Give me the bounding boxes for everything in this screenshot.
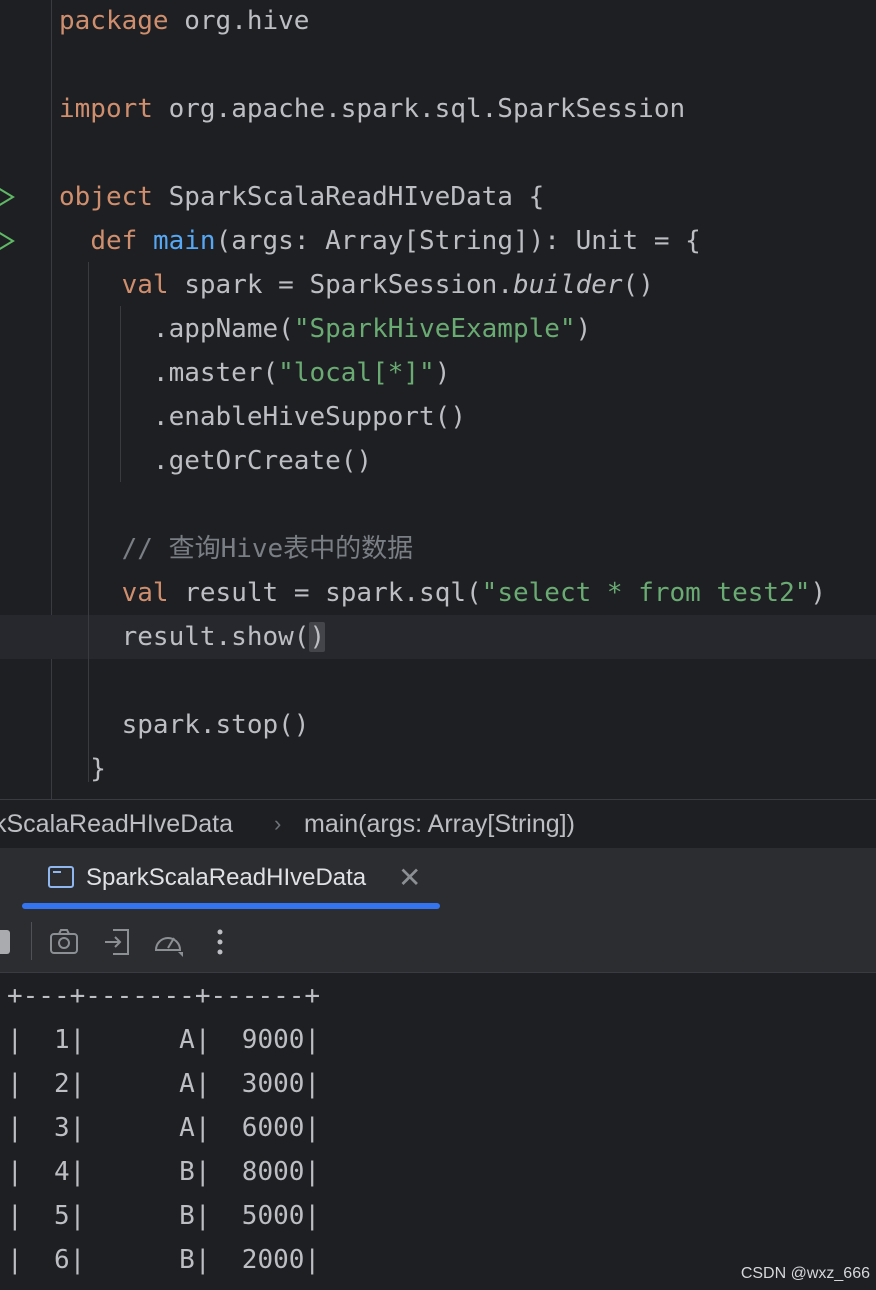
code-token: package (59, 6, 169, 36)
run-tab[interactable]: SparkScalaReadHIveData ✕ (22, 848, 440, 910)
code-token: spark.stop() (59, 710, 310, 740)
toolbar-divider (31, 922, 32, 960)
code-token: val (121, 270, 169, 300)
code-line[interactable]: } (0, 747, 876, 791)
code-token: ) (434, 358, 451, 388)
console-icon (48, 866, 74, 888)
console-line: | 3| A| 6000| (7, 1113, 321, 1143)
console-line: | 2| A| 3000| (7, 1069, 321, 1099)
console-output[interactable]: +---+-------+------+ | 1| A| 9000| | 2| A|… (0, 973, 876, 1290)
code-text: object SparkScalaReadHIveData { (59, 175, 544, 219)
code-text: .getOrCreate() (59, 439, 372, 483)
code-line[interactable]: .getOrCreate() (0, 439, 876, 483)
code-line[interactable] (0, 131, 876, 175)
code-token: result = spark.sql( (168, 578, 482, 608)
watermark: CSDN @wxz_666 (740, 1265, 870, 1282)
close-icon[interactable]: ✕ (398, 861, 421, 894)
code-text: } (59, 747, 106, 791)
code-token: builder (512, 270, 623, 300)
code-token: result.show( (59, 622, 310, 652)
code-token: object (59, 182, 153, 212)
code-line[interactable]: // 查询Hive表中的数据 (0, 527, 876, 571)
code-line[interactable]: .master("local[*]") (0, 351, 876, 395)
code-text: val result = spark.sql("select * from te… (59, 571, 826, 615)
code-token: "local[*]" (278, 358, 435, 388)
code-token: def (90, 226, 138, 256)
active-tab-indicator (22, 903, 440, 909)
code-token: spark = SparkSession. (168, 270, 513, 300)
code-token: // 查询Hive表中的数据 (59, 534, 414, 564)
code-token: org.apache.spark.sql.SparkSession (152, 94, 686, 124)
indent-guide (120, 306, 121, 482)
breadcrumb-object[interactable]: kScalaReadHIveData (0, 800, 233, 848)
console-line: | 5| B| 5000| (7, 1201, 321, 1231)
code-line[interactable]: result.show() (0, 615, 876, 659)
code-token: main (152, 226, 216, 256)
breadcrumb-separator: › (274, 811, 282, 836)
import-icon[interactable] (101, 926, 133, 958)
code-text: result.show() (59, 615, 326, 659)
code-line[interactable] (0, 483, 876, 527)
screenshot-icon[interactable] (48, 926, 80, 958)
console-line: | 1| A| 9000| (7, 1025, 321, 1055)
code-token: org.hive (168, 6, 310, 36)
code-text: .appName("SparkHiveExample") (59, 307, 591, 351)
code-line[interactable]: def main(args: Array[String]): Unit = { (0, 219, 876, 263)
run-gutter-icon[interactable] (0, 186, 16, 208)
code-text: import org.apache.spark.sql.SparkSession (59, 87, 685, 131)
code-text: val spark = SparkSession.builder() (59, 263, 654, 307)
code-token: .appName( (59, 314, 294, 344)
console-line: | 6| B| 2000| (7, 1245, 321, 1275)
code-token: (args: Array[String]): Unit = { (215, 226, 701, 256)
code-line[interactable]: val spark = SparkSession.builder() (0, 263, 876, 307)
console-line: | 4| B| 8000| (7, 1157, 321, 1187)
code-token: .getOrCreate() (59, 446, 373, 476)
code-line[interactable] (0, 659, 876, 703)
run-toolbar (0, 910, 876, 973)
breadcrumb-method[interactable]: main(args: Array[String]) (304, 800, 575, 848)
code-line[interactable]: .enableHiveSupport() (0, 395, 876, 439)
console-line: +---+-------+------+ (7, 981, 321, 1011)
code-token: ) (575, 314, 592, 344)
code-token: SparkScalaReadHIveData { (152, 182, 545, 212)
code-token: "select * from test2" (481, 578, 811, 608)
code-token: ) (810, 578, 827, 608)
stop-icon[interactable] (0, 930, 10, 954)
code-text: def main(args: Array[String]): Unit = { (59, 219, 701, 263)
code-token: } (59, 754, 106, 784)
profiler-icon[interactable] (152, 926, 184, 958)
code-line[interactable]: import org.apache.spark.sql.SparkSession (0, 87, 876, 131)
code-line[interactable]: object SparkScalaReadHIveData { (0, 175, 876, 219)
code-token: "SparkHiveExample" (293, 314, 576, 344)
code-text: package org.hive (59, 0, 309, 43)
run-tab-label: SparkScalaReadHIveData (86, 864, 367, 891)
code-line[interactable]: package org.hive (0, 0, 876, 43)
code-token: import (59, 94, 153, 124)
breadcrumb: kScalaReadHIveData › main(args: Array[St… (0, 799, 876, 849)
indent-guide (88, 262, 89, 782)
code-editor[interactable]: package org.hive import org.apache.spark.… (0, 0, 876, 799)
code-line[interactable]: .appName("SparkHiveExample") (0, 307, 876, 351)
code-line[interactable] (0, 43, 876, 87)
run-gutter-icon[interactable] (0, 230, 16, 252)
more-icon[interactable] (204, 926, 236, 958)
code-token: () (622, 270, 654, 300)
run-tool-window-tabs: SparkScalaReadHIveData ✕ (0, 848, 876, 911)
code-text: .master("local[*]") (59, 351, 450, 395)
code-text: // 查询Hive表中的数据 (59, 527, 414, 571)
code-token: val (121, 578, 169, 608)
code-text: spark.stop() (59, 703, 310, 747)
code-token: ) (309, 622, 326, 652)
code-token: .master( (59, 358, 279, 388)
code-line[interactable]: spark.stop() (0, 703, 876, 747)
code-line[interactable]: val result = spark.sql("select * from te… (0, 571, 876, 615)
